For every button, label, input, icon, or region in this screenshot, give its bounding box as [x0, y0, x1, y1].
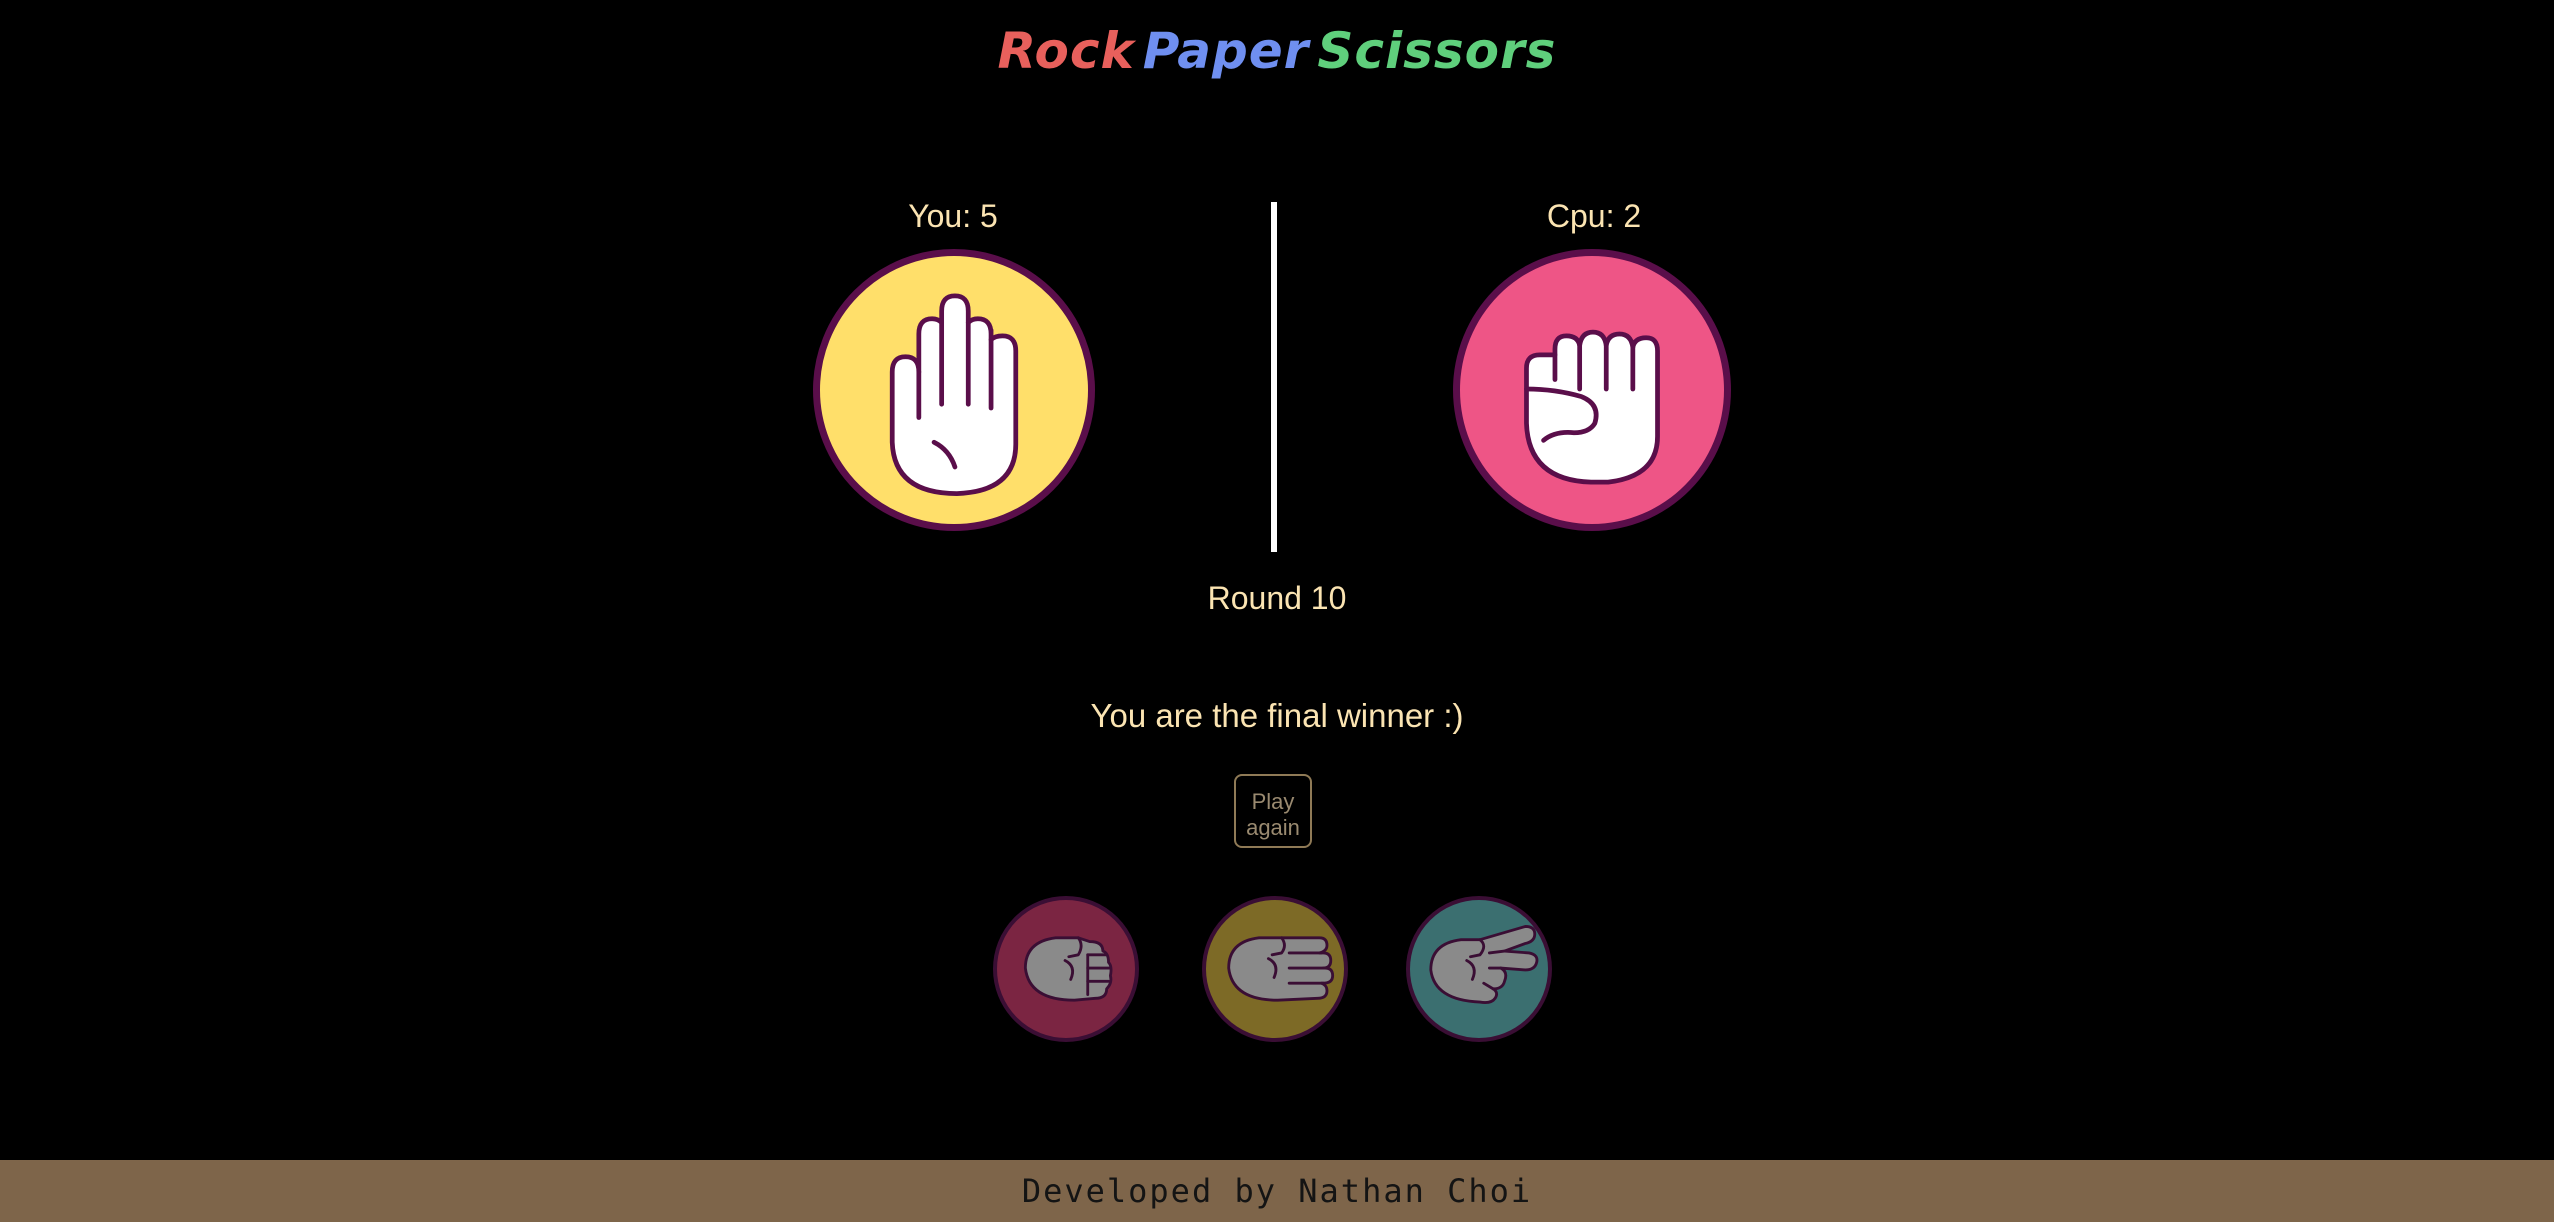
- player-hand-display: [813, 249, 1095, 531]
- center-divider: [1271, 202, 1277, 552]
- choice-scissors-button[interactable]: [1406, 896, 1552, 1042]
- title-word-paper: Paper: [1142, 22, 1310, 80]
- paper-hand-icon: [1227, 936, 1335, 1002]
- cpu-hand-display: [1453, 249, 1731, 531]
- footer: Developed by Nathan Choi: [0, 1160, 2554, 1222]
- page-title: Rock Paper Scissors: [0, 22, 2554, 80]
- round-indicator: Round 10: [1207, 580, 1347, 616]
- rock-hand-icon: [1023, 936, 1113, 1002]
- choice-rock-button[interactable]: [993, 896, 1139, 1042]
- title-word-scissors: Scissors: [1317, 22, 1557, 80]
- cpu-score: Cpu: 2: [1546, 198, 1642, 234]
- title-word-rock: Rock: [997, 22, 1135, 80]
- scissors-hand-icon: [1429, 925, 1539, 1004]
- paper-hand-icon: [889, 293, 1019, 496]
- play-again-button[interactable]: Play again: [1234, 774, 1312, 848]
- choice-paper-button[interactable]: [1202, 896, 1348, 1042]
- rock-hand-icon: [1524, 329, 1660, 485]
- player-score: You: 5: [908, 198, 998, 234]
- game-app: Rock Paper Scissors You: 5 Cpu: 2 Round …: [0, 0, 2554, 1222]
- result-message: You are the final winner :): [1090, 697, 1464, 734]
